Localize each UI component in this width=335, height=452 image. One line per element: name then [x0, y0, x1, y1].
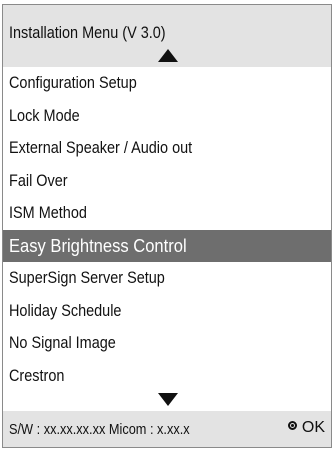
installation-menu-window: Installation Menu (V 3.0) Configuration …	[2, 4, 332, 448]
menu-item-label: External Speaker / Audio out	[9, 138, 193, 157]
menu-item-ism-method[interactable]: ISM Method	[3, 197, 331, 230]
scroll-up-arrow-icon[interactable]	[158, 49, 178, 62]
menu-item-label: No Signal Image	[9, 333, 116, 352]
menu-item-label: Lock Mode	[9, 105, 80, 125]
menu-header: Installation Menu (V 3.0)	[3, 5, 331, 67]
menu-item-label: Fail Over	[9, 170, 68, 190]
version-info: S/W : xx.xx.xx.xx Micom : x.xx.x	[9, 421, 190, 438]
menu-item-external-speaker-audio-out[interactable]: External Speaker / Audio out	[3, 132, 331, 165]
menu-item-label: ISM Method	[9, 203, 87, 222]
menu-item-fail-over[interactable]: Fail Over	[3, 165, 331, 198]
menu-item-supersign-server-setup[interactable]: SuperSign Server Setup	[3, 262, 331, 295]
menu-item-label: Holiday Schedule	[9, 300, 122, 320]
scroll-down-arrow-icon[interactable]	[158, 393, 178, 406]
menu-item-no-signal-image[interactable]: No Signal Image	[3, 327, 331, 360]
menu-item-easy-brightness-control[interactable]: Easy Brightness Control	[3, 229, 331, 262]
menu-item-label: Crestron	[9, 365, 65, 385]
menu-list: Configuration Setup Lock Mode External S…	[3, 67, 331, 392]
menu-item-configuration-setup[interactable]: Configuration Setup	[3, 67, 331, 100]
menu-title: Installation Menu (V 3.0)	[9, 23, 166, 42]
menu-item-label: SuperSign Server Setup	[9, 268, 165, 287]
menu-footer: S/W : xx.xx.xx.xx Micom : x.xx.x OK	[3, 411, 331, 447]
menu-item-lock-mode[interactable]: Lock Mode	[3, 100, 331, 133]
menu-item-label: Configuration Setup	[9, 73, 137, 92]
ok-label: OK	[301, 419, 325, 436]
menu-item-label: Easy Brightness Control	[9, 235, 187, 256]
ok-button[interactable]: OK	[287, 419, 325, 437]
ok-circle-icon	[287, 420, 297, 430]
menu-item-holiday-schedule[interactable]: Holiday Schedule	[3, 295, 331, 328]
menu-item-crestron[interactable]: Crestron	[3, 360, 331, 393]
